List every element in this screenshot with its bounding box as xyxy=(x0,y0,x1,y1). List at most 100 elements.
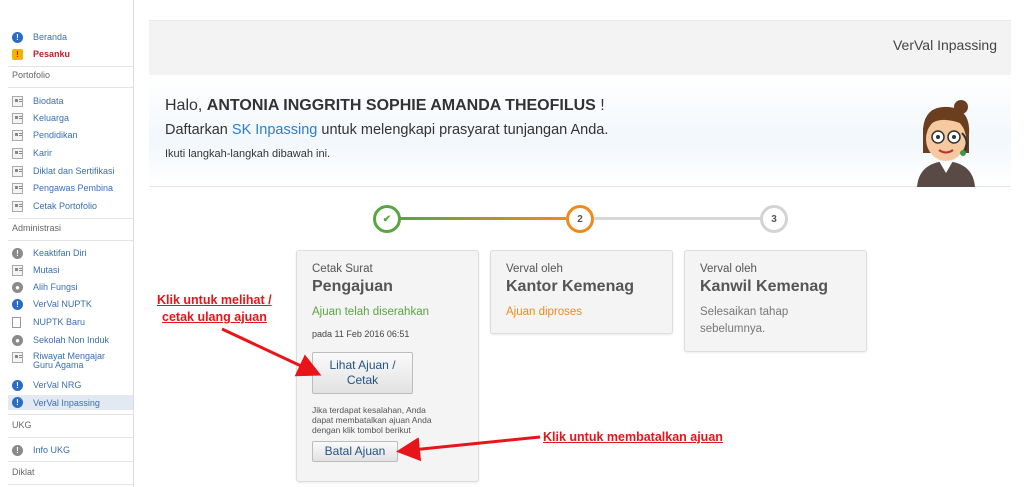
divider xyxy=(8,484,134,485)
sidebar-item-biodata[interactable]: Biodata xyxy=(12,94,64,108)
info-icon: ! xyxy=(12,444,23,456)
sidebar-item-label: Biodata xyxy=(33,96,64,106)
card-subtitle: Verval oleh xyxy=(700,263,757,275)
sidebar-item-label: VerVal NRG xyxy=(33,380,82,390)
sidebar-item-pendidikan[interactable]: Pendidikan xyxy=(12,128,78,142)
card-status: Ajuan diproses xyxy=(506,306,583,318)
annotation-view-line-1: Klik untuk melihat / xyxy=(157,293,272,307)
school-icon: ● xyxy=(12,334,23,346)
sidebar-item-nuptk-baru[interactable]: NUPTK Baru xyxy=(12,315,85,329)
sidebar-item-label: Keaktifan Diri xyxy=(33,248,87,258)
sidebar-item-pengawas-pembina[interactable]: Pengawas Pembina xyxy=(12,181,113,195)
document-icon xyxy=(12,95,23,107)
divider xyxy=(8,461,134,462)
annotation-view-line-2: cetak ulang ajuan xyxy=(162,310,267,324)
divider xyxy=(8,218,134,219)
sidebar-item-label: Alih Fungsi xyxy=(33,282,78,292)
sidebar-item-verval-nrg[interactable]: ! VerVal NRG xyxy=(12,378,81,392)
sidebar-item-label: Info UKG xyxy=(33,445,71,455)
info-icon: ! xyxy=(12,298,23,310)
divider xyxy=(8,437,134,438)
card-status-line-2: sebelumnya. xyxy=(700,323,766,335)
submission-date: pada 11 Feb 2016 06:51 xyxy=(312,329,410,339)
welcome-panel: Halo, ANTONIA INGGRITH SOPHIE AMANDA THE… xyxy=(149,75,1011,187)
sidebar-item-label: Sekolah Non Induk xyxy=(33,335,110,345)
sidebar-item-alih-fungsi[interactable]: ● Alih Fungsi xyxy=(12,280,78,294)
cancel-note: Jika terdapat kesalahan, Anda dapat memb… xyxy=(312,405,432,435)
sidebar-item-riwayat-mengajar[interactable]: Riwayat Mengajar Guru Agama xyxy=(12,352,113,374)
info-icon: ! xyxy=(12,379,23,391)
user-icon: ● xyxy=(12,281,23,293)
step-1-marker: ✔ xyxy=(382,213,392,225)
card-status-line-1: Selesaikan tahap xyxy=(700,306,789,318)
sidebar-item-beranda[interactable]: ! Beranda xyxy=(12,30,67,44)
card-title: Kantor Kemenag xyxy=(506,278,635,295)
step-3-marker: 3 xyxy=(771,213,777,225)
document-icon xyxy=(12,112,23,124)
sidebar-item-info-ukg[interactable]: ! Info UKG xyxy=(12,443,70,457)
step-2-marker: 2 xyxy=(577,213,583,225)
sidebar-item-label: Beranda xyxy=(33,32,68,42)
sidebar-item-keaktifan-diri[interactable]: ! Keaktifan Diri xyxy=(12,246,87,260)
sidebar-item-label: Pengawas Pembina xyxy=(33,183,114,193)
sidebar-item-pesanku[interactable]: ! Pesanku xyxy=(12,47,70,61)
sidebar-item-sekolah-non-induk[interactable]: ● Sekolah Non Induk xyxy=(12,333,109,347)
section-title-diklat: Diklat xyxy=(12,467,35,477)
sidebar-item-cetak-portofolio[interactable]: Cetak Portofolio xyxy=(12,199,97,213)
step-3-indicator: 3 xyxy=(760,205,788,233)
card-title: Pengajuan xyxy=(312,278,393,295)
register-suffix: untuk melengkapi prasyarat tunjangan And… xyxy=(317,122,609,138)
sidebar-item-label: Pendidikan xyxy=(33,130,78,140)
sidebar-item-keluarga[interactable]: Keluarga xyxy=(12,111,69,125)
card-title: Kanwil Kemenag xyxy=(700,278,829,295)
register-message: Daftarkan SK Inpassing untuk melengkapi … xyxy=(165,122,608,138)
sidebar-item-verval-nuptk[interactable]: ! VerVal NUPTK xyxy=(12,297,92,311)
sidebar-item-mutasi[interactable]: Mutasi xyxy=(12,263,60,277)
user-name: ANTONIA INGGRITH SOPHIE AMANDA THEOFILUS xyxy=(206,97,596,114)
sidebar-item-karir[interactable]: Karir xyxy=(12,146,52,160)
sidebar: ! Beranda ! Pesanku Portofolio Biodata K… xyxy=(0,0,134,487)
sidebar-item-label: Mutasi xyxy=(33,265,60,275)
register-prefix: Daftarkan xyxy=(165,122,232,138)
document-icon xyxy=(12,147,23,159)
greeting-exclaim: ! xyxy=(595,97,605,114)
card-subtitle: Verval oleh xyxy=(506,263,563,275)
document-icon xyxy=(12,352,23,363)
cancel-submission-button[interactable]: Batal Ajuan xyxy=(312,441,398,462)
message-icon: ! xyxy=(12,48,23,60)
sidebar-item-diklat-sertifikasi[interactable]: Diklat dan Sertifikasi xyxy=(12,164,115,178)
sidebar-item-label: Karir xyxy=(33,148,53,158)
step-card-pengajuan: Cetak Surat Pengajuan Ajuan telah disera… xyxy=(296,250,479,482)
progress-line-2 xyxy=(594,217,760,220)
step-1-check-icon: ✔ xyxy=(373,205,401,233)
cancel-button-label: Batal Ajuan xyxy=(324,444,386,458)
section-title-administrasi: Administrasi xyxy=(12,223,62,233)
step-2-indicator: 2 xyxy=(566,205,594,233)
view-print-button[interactable]: Lihat Ajuan / Cetak xyxy=(312,352,413,394)
section-title-portofolio: Portofolio xyxy=(12,70,51,80)
divider xyxy=(8,66,134,67)
sidebar-item-label: Pesanku xyxy=(33,49,71,59)
sidebar-item-verval-inpassing[interactable]: ! VerVal Inpassing xyxy=(8,395,133,410)
greeting: Halo, ANTONIA INGGRITH SOPHIE AMANDA THE… xyxy=(165,97,605,115)
section-title-ukg: UKG xyxy=(12,420,32,430)
sidebar-item-label: VerVal NUPTK xyxy=(33,299,92,309)
document-icon xyxy=(12,182,23,194)
file-icon xyxy=(12,316,21,328)
card-status: Ajuan telah diserahkan xyxy=(312,306,429,318)
card-subtitle: Cetak Surat xyxy=(312,263,373,275)
sidebar-item-label: Keluarga xyxy=(33,113,70,123)
sk-inpassing-link[interactable]: SK Inpassing xyxy=(232,122,317,138)
document-icon xyxy=(12,165,23,177)
annotation-cancel: Klik untuk membatalkan ajuan xyxy=(543,430,723,444)
info-icon: ! xyxy=(12,247,23,259)
step-card-kantor-kemenag: Verval oleh Kantor Kemenag Ajuan diprose… xyxy=(490,250,673,334)
view-print-label-2: Cetak xyxy=(346,373,379,387)
greeting-text: Halo, xyxy=(165,97,207,114)
divider xyxy=(8,87,134,88)
divider xyxy=(8,414,134,415)
info-icon: ! xyxy=(12,31,23,43)
mascot-illustration xyxy=(917,100,975,187)
step-card-kanwil-kemenag: Verval oleh Kanwil Kemenag Selesaikan ta… xyxy=(684,250,867,352)
sidebar-item-label: Diklat dan Sertifikasi xyxy=(33,166,115,176)
